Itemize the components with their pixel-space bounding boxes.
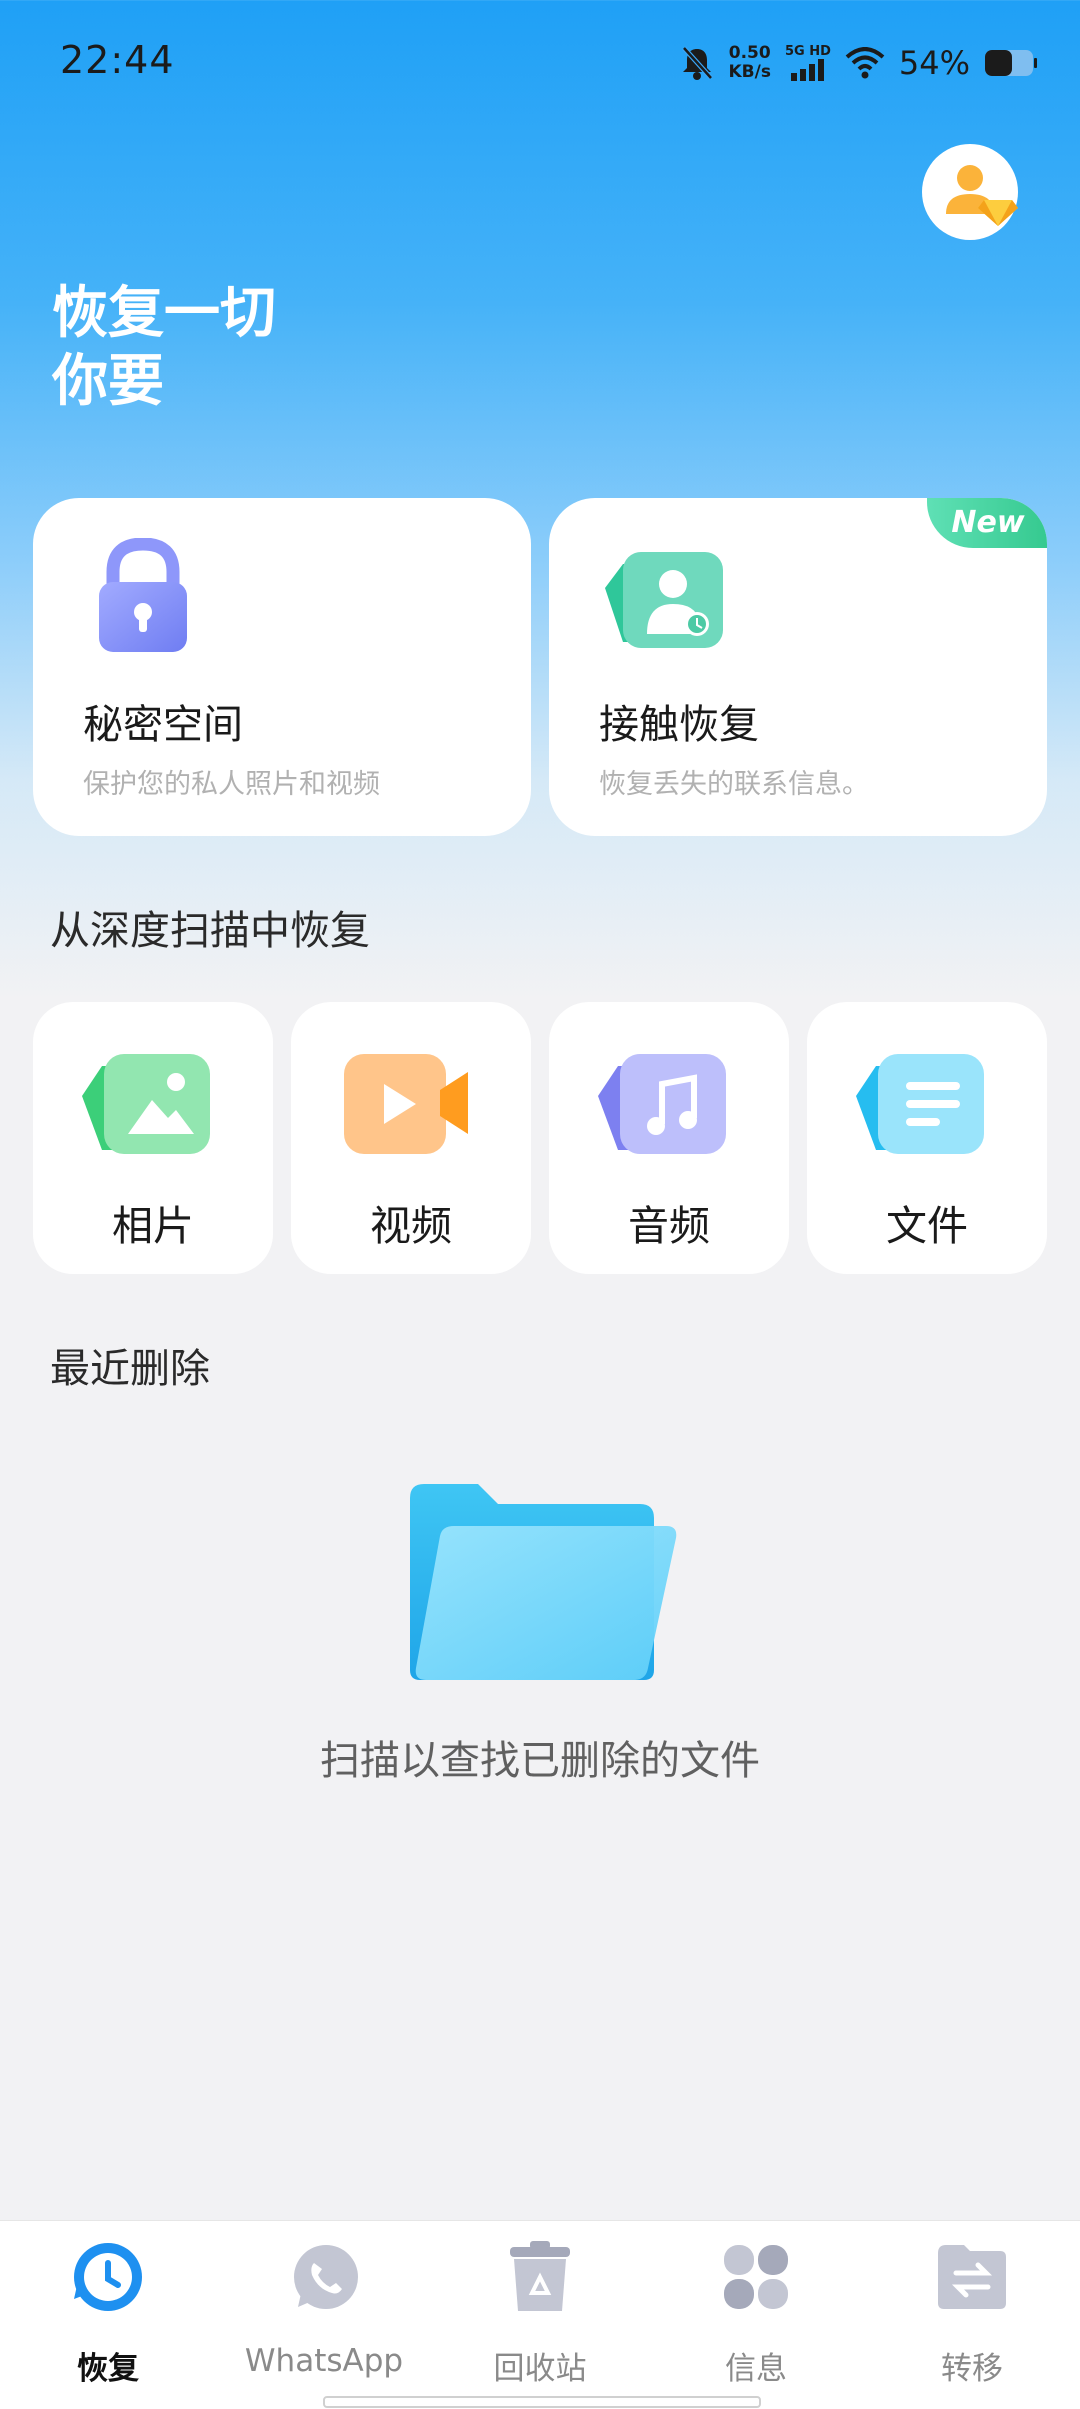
secret-space-card[interactable]: 秘密空间 保护您的私人照片和视频: [33, 498, 531, 836]
photo-label: 相片: [112, 1202, 194, 1250]
video-label: 视频: [370, 1202, 452, 1250]
nav-messages-label: 信息: [725, 2351, 787, 2387]
user-avatar[interactable]: [922, 144, 1018, 240]
new-badge: New: [927, 498, 1047, 548]
wifi-icon: [845, 47, 885, 79]
video-card[interactable]: 视频: [291, 1002, 531, 1274]
page-title: 恢复一切 你要: [52, 280, 276, 416]
nav-recycle-bin-label: 回收站: [493, 2351, 587, 2387]
transfer-icon: [936, 2241, 1008, 2317]
speed-unit: KB/s: [728, 62, 771, 82]
status-bar: 22:44 0.50 KB/s 5G HD 54%: [0, 0, 1080, 130]
title-line-2: 你要: [52, 349, 164, 414]
contact-icon: [595, 538, 735, 662]
folder-icon: [408, 1480, 680, 1694]
empty-state-text: 扫描以查找已删除的文件: [320, 1738, 760, 1784]
secret-space-subtitle: 保护您的私人照片和视频: [83, 769, 380, 800]
audio-label: 音频: [628, 1202, 710, 1250]
mute-bell-icon: [682, 46, 714, 80]
nav-whatsapp-label: WhatsApp: [244, 2343, 404, 2379]
file-label: 文件: [886, 1202, 968, 1250]
nav-transfer-label: 转移: [941, 2351, 1003, 2387]
nav-recover-label: 恢复: [77, 2351, 139, 2387]
photo-card[interactable]: 相片: [33, 1002, 273, 1274]
deep-scan-title: 从深度扫描中恢复: [50, 908, 370, 954]
status-icons: 0.50 KB/s 5G HD 54%: [680, 38, 1038, 88]
contact-recovery-title: 接触恢复: [599, 702, 759, 748]
signal-bars-icon: [790, 59, 824, 81]
contact-recovery-card[interactable]: New 接触恢复 恢复丢失的联系信息。: [549, 498, 1047, 836]
audio-card[interactable]: 音频: [549, 1002, 789, 1274]
title-line-1: 恢复一切: [52, 281, 276, 346]
user-vip-icon: [946, 165, 1018, 226]
audio-icon: [596, 1050, 736, 1164]
home-indicator[interactable]: [323, 2396, 761, 2408]
lock-icon: [83, 537, 203, 662]
trash-icon: [504, 2241, 576, 2317]
battery-icon: [985, 50, 1037, 76]
bottom-nav: 恢复 WhatsApp 回收站 信息 转移: [0, 2220, 1080, 2409]
secret-space-title: 秘密空间: [83, 702, 243, 748]
clock-icon: [72, 2241, 144, 2317]
file-icon: [854, 1050, 994, 1164]
video-icon: [338, 1050, 478, 1164]
contact-recovery-subtitle: 恢复丢失的联系信息。: [599, 769, 869, 800]
network-label: 5G HD: [784, 44, 831, 59]
grid-icon: [720, 2241, 792, 2317]
file-card[interactable]: 文件: [807, 1002, 1047, 1274]
whatsapp-icon: [288, 2241, 360, 2317]
signal-group: 5G HD: [785, 45, 831, 81]
photo-icon: [80, 1050, 220, 1164]
status-time: 22:44: [60, 38, 175, 82]
battery-percent: 54%: [898, 44, 970, 82]
speed-value: 0.50: [728, 43, 771, 63]
recently-deleted-title: 最近删除: [50, 1346, 210, 1392]
network-speed: 0.50 KB/s: [728, 44, 770, 82]
